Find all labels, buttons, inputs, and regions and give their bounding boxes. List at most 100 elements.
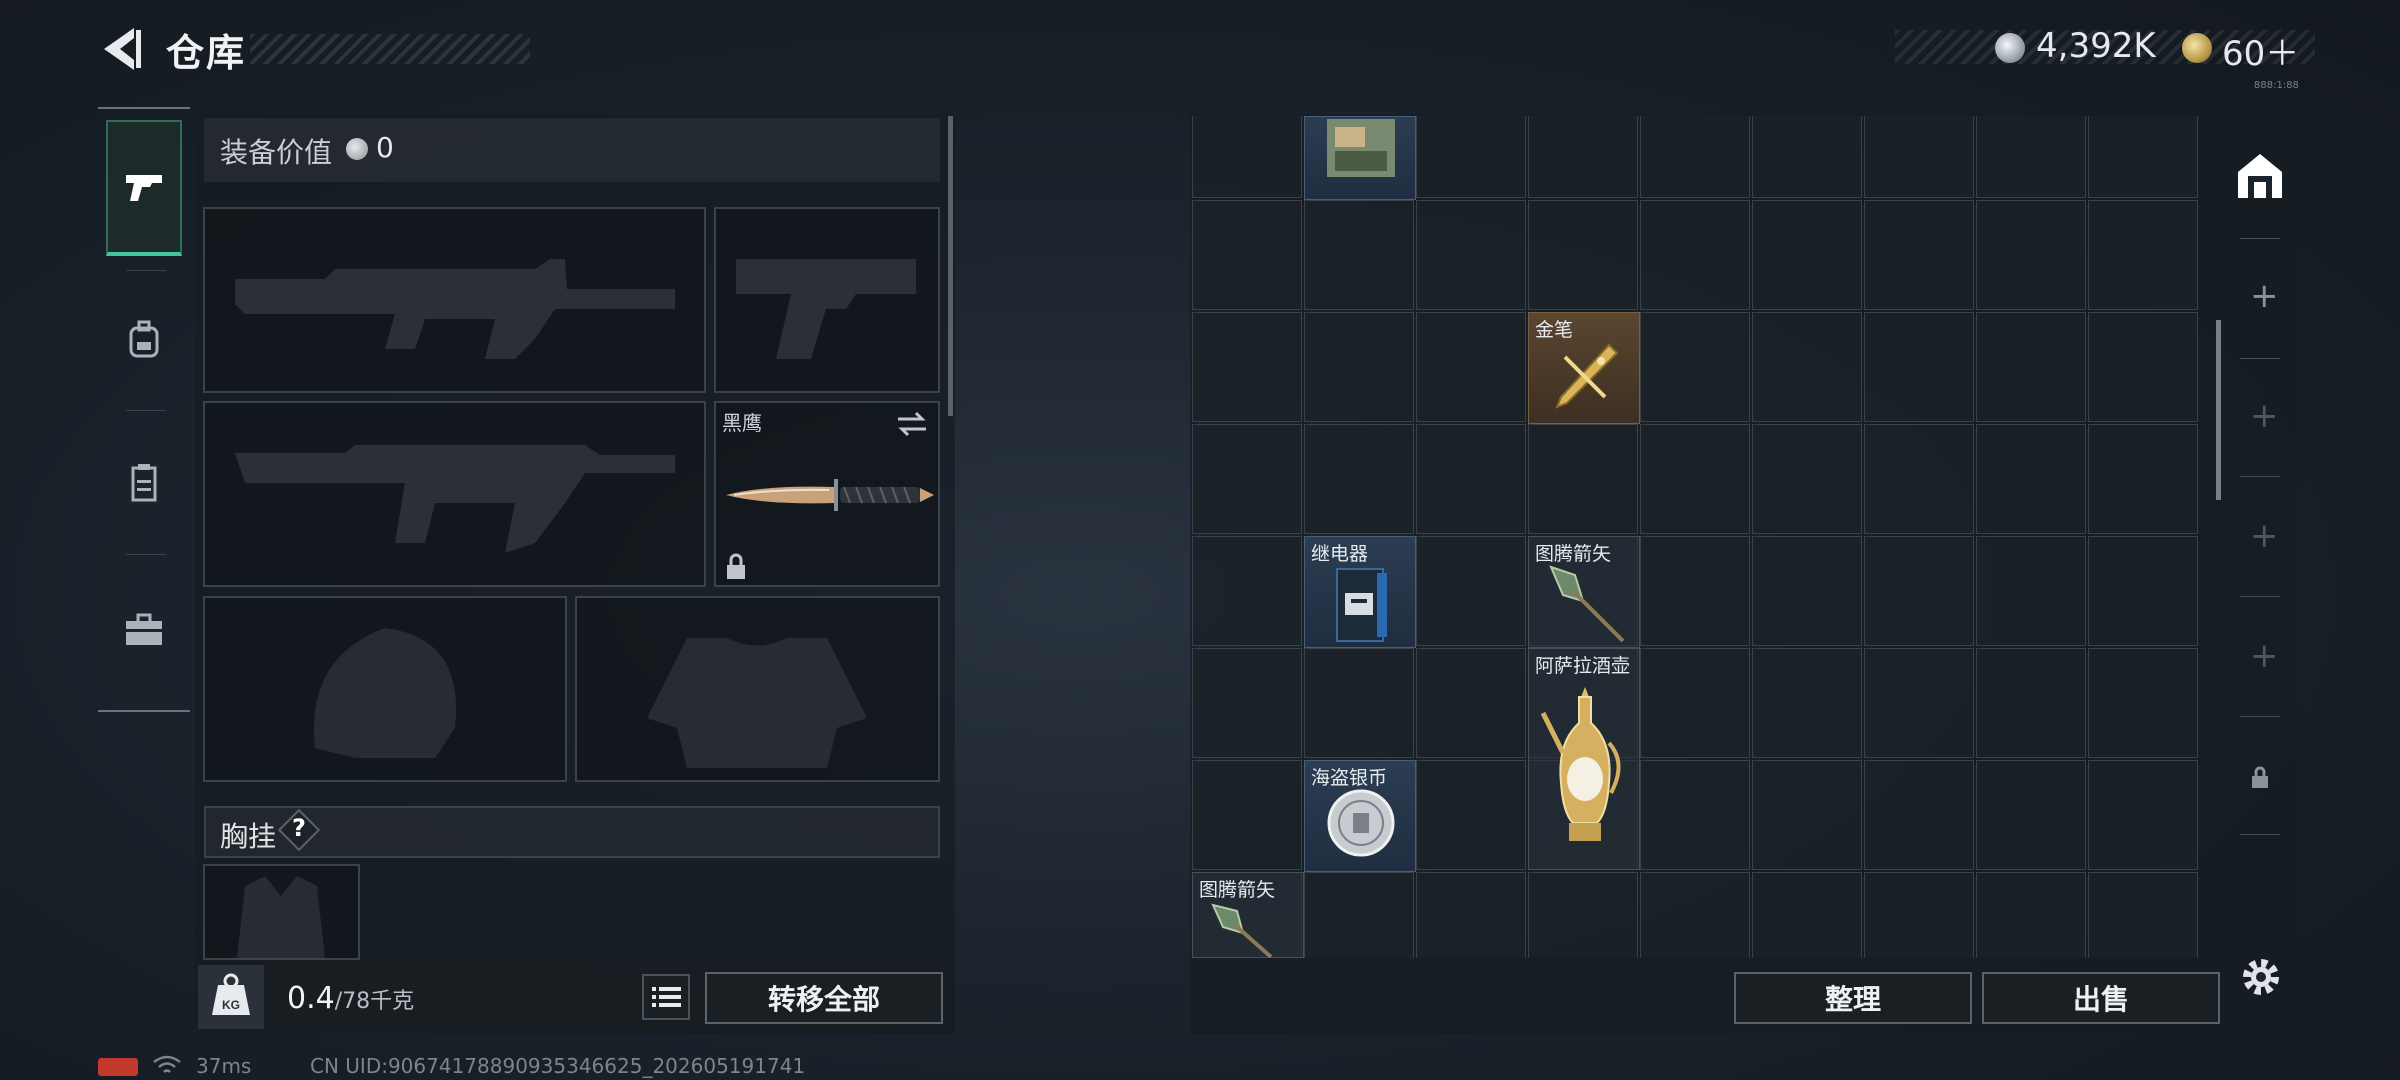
grid-cell[interactable]	[2088, 872, 2198, 958]
grid-cell[interactable]	[1640, 116, 1750, 198]
grid-cell[interactable]	[1640, 536, 1750, 646]
transfer-all-button[interactable]: 转移全部	[705, 972, 943, 1024]
grid-cell[interactable]	[1304, 200, 1414, 310]
grid-cell[interactable]	[1640, 312, 1750, 422]
sort-button[interactable]: 整理	[1734, 972, 1972, 1024]
grid-cell[interactable]	[2088, 536, 2198, 646]
grid-cell[interactable]	[1416, 760, 1526, 870]
list-view-button[interactable]	[642, 974, 690, 1020]
grid-cell[interactable]	[1416, 200, 1526, 310]
grid-cell[interactable]	[1976, 116, 2086, 198]
grid-cell[interactable]	[1304, 648, 1414, 758]
grid-cell[interactable]	[1192, 424, 1302, 534]
grid-cell[interactable]	[1976, 760, 2086, 870]
tab-backpack[interactable]	[106, 272, 182, 408]
grid-cell[interactable]	[1864, 648, 1974, 758]
primary-weapon-slot[interactable]	[203, 207, 706, 393]
grid-cell[interactable]	[1864, 116, 1974, 198]
grid-cell[interactable]	[1976, 200, 2086, 310]
grid-cell[interactable]	[1192, 536, 1302, 646]
sell-button[interactable]: 出售	[1982, 972, 2220, 1024]
grid-cell[interactable]	[1528, 424, 1638, 534]
grid-cell[interactable]	[1640, 424, 1750, 534]
grid-cell[interactable]	[2088, 312, 2198, 422]
grid-cell[interactable]	[1640, 760, 1750, 870]
gold-currency-amount[interactable]: 60＋	[2222, 26, 2299, 75]
grid-cell[interactable]	[1416, 536, 1526, 646]
grid-cell[interactable]	[1864, 536, 1974, 646]
grid-cell[interactable]	[1304, 872, 1414, 958]
grid-cell[interactable]	[2088, 116, 2198, 198]
grid-cell[interactable]	[1752, 760, 1862, 870]
storage-item-wine-ewer[interactable]: 阿萨拉酒壶	[1528, 648, 1640, 870]
grid-cell[interactable]	[1752, 872, 1862, 958]
grid-cell[interactable]	[1864, 312, 1974, 422]
grid-cell[interactable]	[1976, 312, 2086, 422]
secondary-weapon-slot[interactable]	[203, 401, 706, 587]
storage-item-pirate-silver-coin[interactable]: 海盗银币	[1304, 760, 1416, 872]
grid-cell[interactable]	[1304, 312, 1414, 422]
grid-cell[interactable]	[1752, 536, 1862, 646]
tab-weapons[interactable]	[106, 120, 182, 256]
tab-armor[interactable]	[106, 416, 182, 552]
grid-cell[interactable]	[1752, 648, 1862, 758]
tab-toolbox[interactable]	[106, 562, 182, 698]
grid-cell[interactable]	[1864, 760, 1974, 870]
grid-cell[interactable]	[1192, 200, 1302, 310]
grid-cell[interactable]	[1752, 116, 1862, 198]
grid-cell[interactable]	[1752, 312, 1862, 422]
grid-cell[interactable]	[1416, 312, 1526, 422]
add-storage-plus-icon[interactable]: +	[2250, 276, 2279, 316]
grid-cell[interactable]	[1192, 312, 1302, 422]
back-arrow-icon[interactable]	[98, 24, 142, 74]
storage-item-totem-arrow[interactable]: 图腾箭矢	[1528, 536, 1640, 648]
storage-item-relay[interactable]: 继电器	[1304, 536, 1416, 648]
storage-scrollbar[interactable]	[2216, 320, 2221, 500]
body-armor-slot[interactable]	[575, 596, 940, 782]
pistol-slot[interactable]	[714, 207, 940, 393]
grid-cell[interactable]	[1192, 116, 1302, 198]
grid-cell[interactable]	[1192, 760, 1302, 870]
add-storage-plus-icon[interactable]: +	[2250, 636, 2279, 676]
storage-item-totem-arrow[interactable]: 图腾箭矢	[1192, 872, 1304, 958]
grid-cell[interactable]	[1864, 424, 1974, 534]
add-storage-plus-icon[interactable]: +	[2250, 396, 2279, 436]
grid-cell[interactable]	[1752, 200, 1862, 310]
grid-cell[interactable]	[1976, 872, 2086, 958]
grid-cell[interactable]	[2088, 760, 2198, 870]
grid-cell[interactable]	[1416, 424, 1526, 534]
grid-cell[interactable]	[2088, 424, 2198, 534]
swap-icon[interactable]	[896, 411, 928, 437]
grid-cell[interactable]	[1416, 648, 1526, 758]
add-storage-plus-icon[interactable]: +	[2250, 516, 2279, 556]
melee-slot[interactable]: 黑鹰	[714, 401, 940, 587]
gear-icon[interactable]	[2238, 954, 2284, 1000]
equipment-scrollbar[interactable]	[948, 116, 953, 416]
grid-cell[interactable]	[1752, 424, 1862, 534]
lock-icon	[2252, 766, 2268, 788]
helmet-slot[interactable]	[203, 596, 567, 782]
grid-cell[interactable]	[1864, 872, 1974, 958]
grid-cell[interactable]	[1976, 536, 2086, 646]
storage-item-magazine[interactable]	[1304, 116, 1416, 200]
grid-cell[interactable]	[2088, 200, 2198, 310]
storage-item-golden-pen[interactable]: 金笔	[1528, 312, 1640, 424]
chest-rig-slot[interactable]	[203, 864, 360, 960]
storage-grid[interactable]: 金笔 继电器 图腾箭矢 阿萨拉酒壶 海盗银币 图腾箭矢	[1192, 116, 2204, 958]
grid-cell[interactable]	[1416, 116, 1526, 198]
grid-cell[interactable]	[1976, 424, 2086, 534]
warehouse-icon[interactable]	[2234, 150, 2286, 202]
grid-cell[interactable]	[1528, 116, 1638, 198]
grid-cell[interactable]	[1864, 200, 1974, 310]
grid-cell[interactable]	[1416, 872, 1526, 958]
grid-cell[interactable]	[1192, 648, 1302, 758]
grid-cell[interactable]	[1976, 648, 2086, 758]
grid-cell[interactable]	[1640, 648, 1750, 758]
grid-cell[interactable]	[2088, 648, 2198, 758]
grid-cell[interactable]	[1640, 872, 1750, 958]
grid-cell[interactable]	[1304, 424, 1414, 534]
grid-cell[interactable]	[1528, 200, 1638, 310]
help-icon[interactable]: ?	[292, 814, 306, 842]
grid-cell[interactable]	[1640, 200, 1750, 310]
grid-cell[interactable]	[1528, 872, 1638, 958]
